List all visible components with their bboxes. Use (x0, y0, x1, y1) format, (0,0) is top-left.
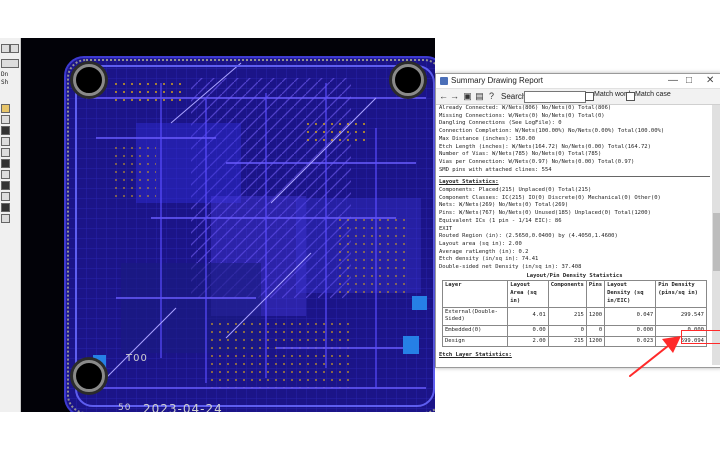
table-header-cell: Layout Density (sq in/EIC) (604, 280, 657, 308)
report-content: Already Connected: W/Nets(806) No/Nets(0… (439, 105, 710, 365)
tool-layer-icon[interactable] (1, 104, 10, 113)
report-scrollbar[interactable] (712, 105, 720, 365)
red-arrow-icon (629, 336, 681, 377)
pcb-canvas[interactable]: T00 50 2023-04-24 (21, 38, 435, 412)
layout-line: Components: Placed(215) Unplaced(0) Tota… (439, 187, 592, 194)
layout-line: Pins: W/Nets(767) No/Nets(0) Unused(185)… (439, 210, 651, 217)
mounting-hole-bottom-left (73, 360, 105, 392)
section-divider (439, 176, 710, 178)
tool-toggle-icon[interactable] (1, 148, 10, 157)
table-cell: 1200 (585, 335, 606, 348)
report-line: SMD pins with attached clines: 554 (439, 166, 552, 173)
table-cell: Embedded(0) (441, 324, 509, 337)
tool-toggle-icon[interactable] (1, 159, 10, 168)
table-header-row: Layer Layout Area (sq in) Components Pin… (441, 280, 707, 308)
summary-report-dialog: Summary Drawing Report — □ ✕ ← → ▣ ▤ ? S… (435, 73, 720, 368)
report-app-icon (440, 77, 448, 85)
tool-close-icon[interactable] (10, 44, 19, 53)
table-cell: 1200 (585, 306, 606, 326)
dialog-title: Summary Drawing Report (451, 76, 544, 85)
table-cell: 0 (585, 324, 606, 337)
tool-toggle-icon[interactable] (1, 192, 10, 201)
top-white-area (0, 0, 720, 38)
tool-select-icon[interactable] (1, 115, 10, 124)
table-cell: External(Double-Sided) (441, 306, 509, 326)
table-cell: 0 (547, 324, 587, 337)
help-icon[interactable]: ? (487, 92, 496, 101)
tool-toggle-icon[interactable] (1, 181, 10, 190)
board-label-t00: T00 (126, 353, 148, 364)
tool-toggle-icon[interactable] (1, 170, 10, 179)
density-statistics-title: Layout/Pin Density Statistics (526, 272, 623, 279)
pin-density-highlight-box (681, 330, 720, 344)
report-line: Max Distance (inches): 150.00 (439, 135, 536, 142)
table-header-cell: Layout Area (sq in) (507, 280, 549, 308)
table-header-cell: Pin Density (pins/sq in) (655, 280, 707, 308)
table-cell: 4.01 (507, 306, 549, 326)
table-cell: 0.047 (604, 306, 657, 326)
forward-arrow-icon[interactable]: → (450, 92, 459, 101)
report-line: Already Connected: W/Nets(806) No/Nets(0… (439, 105, 612, 111)
search-input[interactable] (524, 91, 586, 103)
maximize-icon[interactable]: □ (686, 75, 692, 87)
close-icon[interactable]: ✕ (706, 75, 714, 87)
dialog-titlebar[interactable]: Summary Drawing Report — □ ✕ (436, 74, 720, 89)
tool-toggle-icon[interactable] (1, 203, 10, 212)
layout-line: Layout area (sq in): 2.00 (439, 240, 522, 247)
table-cell: 299.547 (655, 306, 707, 326)
tool-toggle-icon[interactable] (1, 214, 10, 223)
pcb-trace-layer (66, 58, 435, 412)
back-arrow-icon[interactable]: ← (439, 92, 448, 101)
layout-line: Component Classes: IC(215) IO(0) Discret… (439, 194, 661, 201)
report-line: Connection Completion: W/Nets(100.00%) N… (439, 128, 665, 135)
pcb-board: T00 50 2023-04-24 (64, 56, 435, 412)
table-header-cell: Layer (441, 280, 509, 308)
tool-pin-icon[interactable] (1, 44, 10, 53)
layout-statistics-heading: Layout Statistics: (439, 179, 499, 186)
table-cell: Design (441, 335, 509, 348)
report-line: Etch Length (inches): W/Nets(164.72) No/… (439, 143, 651, 150)
mounting-hole-top-right (392, 64, 424, 96)
match-case-label: Match case (635, 91, 671, 98)
report-line: Number of Vias: W/Nets(785) No/Nets(0) T… (439, 151, 602, 158)
table-row: External(Double-Sided) 4.01 215 1200 0.0… (441, 306, 707, 326)
tool-code-dn: Dn (1, 71, 9, 78)
table-header-cell: Pins (585, 280, 606, 308)
table-cell: 215 (547, 335, 587, 348)
layout-line: Double-sided net Density (in/sq in): 37.… (439, 264, 582, 271)
print-icon[interactable]: ▤ (475, 92, 484, 101)
report-line: Dangling Connections (See LogFile): 0 (439, 120, 562, 127)
save-icon[interactable]: ▣ (463, 92, 472, 101)
board-label-50: 50 (118, 403, 132, 412)
layout-line: Nets: W/Nets(269) No/Nets(0) Total(269) (439, 202, 569, 209)
left-tool-panel: Dn Sh (0, 38, 21, 412)
mounting-hole-top-left (73, 64, 105, 96)
table-cell: 2.00 (507, 335, 549, 348)
layout-line: Equivalent ICs (1 pin - 1/14 EIC): 86 (439, 217, 562, 224)
tool-color-icon[interactable] (1, 126, 10, 135)
layout-line: Routed Region (in): (2.5650,0.0400) by (… (439, 233, 618, 240)
match-word-checkbox[interactable] (585, 92, 594, 101)
board-date-label: 2023-04-24 (143, 402, 223, 412)
table-header-cell: Components (547, 280, 587, 308)
tool-code-sh: Sh (1, 79, 9, 86)
tool-dropdown-icon[interactable] (1, 59, 19, 68)
table-cell: 215 (547, 306, 587, 326)
report-line: Missing Connections: W/Nets(0) No/Nets(0… (439, 112, 605, 119)
layout-line: EXIT (439, 225, 453, 232)
report-line: Vias per Connection: W/Nets(0.97) No/Net… (439, 158, 635, 165)
bottom-white-area (0, 412, 720, 450)
tool-toggle-icon[interactable] (1, 137, 10, 146)
layout-line: Etch density (in/sq in): 74.41 (439, 256, 539, 263)
report-toolbar: ← → ▣ ▤ ? Search: Match word Match case (436, 89, 720, 105)
minimize-icon[interactable]: — (668, 75, 678, 87)
match-word-label: Match word (594, 91, 631, 98)
table-cell: 0.00 (507, 324, 549, 337)
layout-line: Average ratLength (in): 0.2 (439, 248, 529, 255)
scrollbar-thumb[interactable] (713, 213, 720, 271)
match-case-checkbox[interactable] (626, 92, 635, 101)
